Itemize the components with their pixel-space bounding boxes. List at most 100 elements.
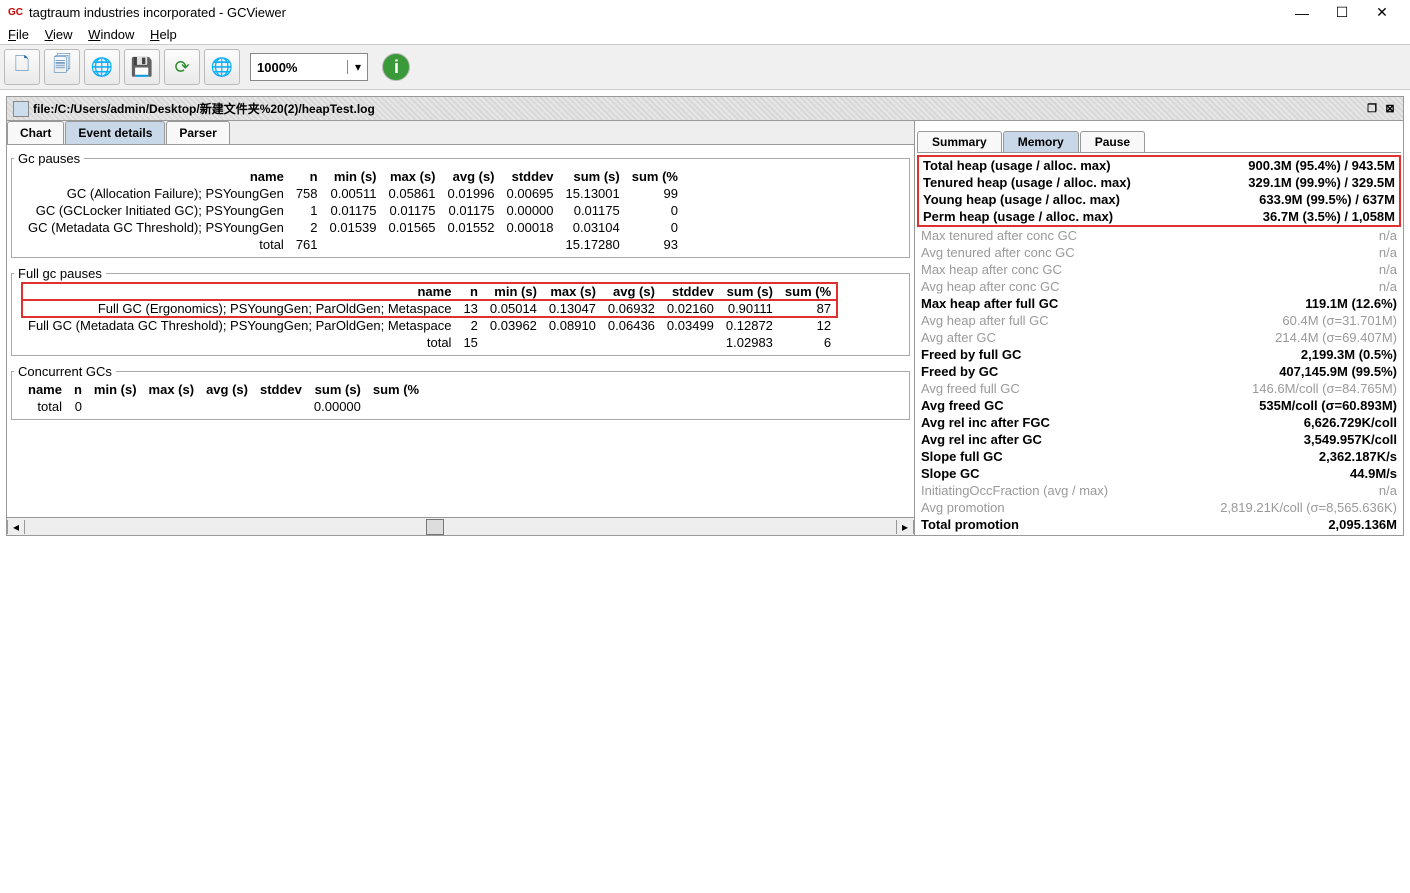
zoom-combo[interactable]: 1000% ▾ (250, 53, 368, 81)
memory-row: InitiatingOccFraction (avg / max)n/a (917, 482, 1401, 499)
tab-parser[interactable]: Parser (166, 121, 229, 144)
open-file-icon[interactable]: 🗋 (4, 49, 40, 85)
col-header: stddev (661, 283, 720, 300)
table-total-row: total151.029836 (22, 334, 837, 351)
memory-row: Max tenured after conc GCn/a (917, 227, 1401, 244)
col-header: max (s) (543, 283, 602, 300)
memory-value: 119.1M (12.6%) (1305, 296, 1397, 311)
menu-file[interactable]: File (8, 27, 29, 42)
tab-pause[interactable]: Pause (1080, 131, 1145, 152)
table-row: GC (Metadata GC Threshold); PSYoungGen20… (22, 219, 684, 236)
col-header: avg (s) (200, 381, 254, 398)
memory-row: Perm heap (usage / alloc. max)36.7M (3.5… (919, 208, 1399, 225)
memory-row: Avg rel inc after GC3,549.957K/coll (917, 431, 1401, 448)
memory-value: n/a (1379, 483, 1397, 498)
memory-key: Max heap after full GC (921, 296, 1305, 311)
tab-memory[interactable]: Memory (1003, 131, 1079, 152)
memory-value: 535M/coll (σ=60.893M) (1259, 398, 1397, 413)
horizontal-scrollbar[interactable]: ◂ ▸ (7, 517, 914, 535)
watch-icon[interactable]: 🌐 (204, 49, 240, 85)
col-header: stddev (254, 381, 308, 398)
doc-maximize-icon[interactable]: ❐ (1365, 102, 1379, 116)
close-button[interactable]: ✕ (1362, 4, 1402, 21)
memory-key: Avg freed GC (921, 398, 1259, 413)
memory-value: 2,095.136M (1328, 517, 1397, 532)
memory-value: 633.9M (99.5%) / 637M (1259, 192, 1395, 207)
minimize-button[interactable]: — (1282, 5, 1322, 21)
maximize-button[interactable]: ☐ (1322, 4, 1362, 21)
menubar: File View Window Help (0, 25, 1410, 44)
memory-value: 2,199.3M (0.5%) (1301, 347, 1397, 362)
memory-value: n/a (1379, 228, 1397, 243)
tab-summary[interactable]: Summary (917, 131, 1002, 152)
memory-value: 900.3M (95.4%) / 943.5M (1248, 158, 1395, 173)
memory-key: Avg promotion (921, 500, 1220, 515)
table-row: Full GC (Metadata GC Threshold); PSYoung… (22, 317, 837, 334)
col-header: sum (s) (560, 168, 626, 185)
memory-key: Slope full GC (921, 449, 1319, 464)
app-logo: GC (8, 7, 23, 18)
full-gc-pauses-fieldset: Full gc pauses namenmin (s)max (s)avg (s… (11, 266, 910, 356)
right-tabs: Summary Memory Pause (917, 131, 1401, 153)
gc-pauses-legend: Gc pauses (14, 151, 84, 166)
memory-value: 6,626.729K/coll (1304, 415, 1397, 430)
concurrent-gcs-legend: Concurrent GCs (14, 364, 116, 379)
memory-key: Freed by full GC (921, 347, 1301, 362)
window-title: tagtraum industries incorporated - GCVie… (29, 5, 1282, 20)
menu-help[interactable]: Help (150, 27, 177, 42)
full-gc-legend: Full gc pauses (14, 266, 106, 281)
chevron-down-icon[interactable]: ▾ (347, 60, 367, 74)
memory-row: Young heap (usage / alloc. max)633.9M (9… (919, 191, 1399, 208)
tab-event-details[interactable]: Event details (65, 121, 165, 144)
memory-value: 407,145.9M (99.5%) (1279, 364, 1397, 379)
memory-value: n/a (1379, 279, 1397, 294)
save-icon[interactable]: 💾 (124, 49, 160, 85)
memory-value: 44.9M/s (1350, 466, 1397, 481)
memory-key: InitiatingOccFraction (avg / max) (921, 483, 1379, 498)
memory-row: Max heap after conc GCn/a (917, 261, 1401, 278)
memory-row: Slope full GC2,362.187K/s (917, 448, 1401, 465)
memory-key: Young heap (usage / alloc. max) (923, 192, 1259, 207)
tab-chart[interactable]: Chart (7, 121, 64, 144)
col-header: sum (% (779, 283, 837, 300)
memory-value: 60.4M (σ=31.701M) (1282, 313, 1397, 328)
memory-value: 146.6M/coll (σ=84.765M) (1252, 381, 1397, 396)
refresh-icon[interactable]: ⟳ (164, 49, 200, 85)
menu-view[interactable]: View (45, 27, 73, 42)
open-url-icon[interactable]: 🌐 (84, 49, 120, 85)
info-icon[interactable]: i (382, 53, 410, 81)
memory-row: Avg promotion2,819.21K/coll (σ=8,565.636… (917, 499, 1401, 516)
memory-row: Freed by full GC2,199.3M (0.5%) (917, 346, 1401, 363)
memory-key: Total heap (usage / alloc. max) (923, 158, 1248, 173)
col-header: name (22, 381, 68, 398)
concurrent-gcs-table: namenmin (s)max (s)avg (s)stddevsum (s)s… (22, 381, 425, 415)
memory-value: n/a (1379, 262, 1397, 277)
memory-key: Avg rel inc after FGC (921, 415, 1304, 430)
scroll-right-icon[interactable]: ▸ (896, 520, 914, 534)
menu-window[interactable]: Window (88, 27, 134, 42)
scroll-track[interactable] (25, 519, 896, 535)
memory-row: Avg tenured after conc GCn/a (917, 244, 1401, 261)
open-recent-icon[interactable]: 🗐 (44, 49, 80, 85)
memory-key: Avg rel inc after GC (921, 432, 1304, 447)
col-header: sum (s) (720, 283, 779, 300)
scroll-thumb[interactable] (426, 519, 444, 535)
gc-pauses-table: namenmin (s)max (s)avg (s)stddevsum (s)s… (22, 168, 684, 253)
memory-row: Avg heap after conc GCn/a (917, 278, 1401, 295)
memory-key: Tenured heap (usage / alloc. max) (923, 175, 1248, 190)
col-header: n (457, 283, 483, 300)
memory-key: Avg after GC (921, 330, 1275, 345)
col-header: min (s) (484, 283, 543, 300)
memory-panel: Total heap (usage / alloc. max)900.3M (9… (917, 155, 1401, 533)
col-header: n (68, 381, 88, 398)
memory-key: Slope GC (921, 466, 1350, 481)
col-header: min (s) (88, 381, 143, 398)
memory-row: Total promotion2,095.136M (917, 516, 1401, 533)
memory-value: 3,549.957K/coll (1304, 432, 1397, 447)
memory-value: 36.7M (3.5%) / 1,058M (1263, 209, 1395, 224)
doc-close-icon[interactable]: ⊠ (1383, 102, 1397, 116)
scroll-left-icon[interactable]: ◂ (7, 520, 25, 534)
left-tabs: Chart Event details Parser (7, 121, 914, 145)
full-gc-table: namenmin (s)max (s)avg (s)stddevsum (s)s… (22, 283, 837, 351)
col-header: sum (% (626, 168, 684, 185)
